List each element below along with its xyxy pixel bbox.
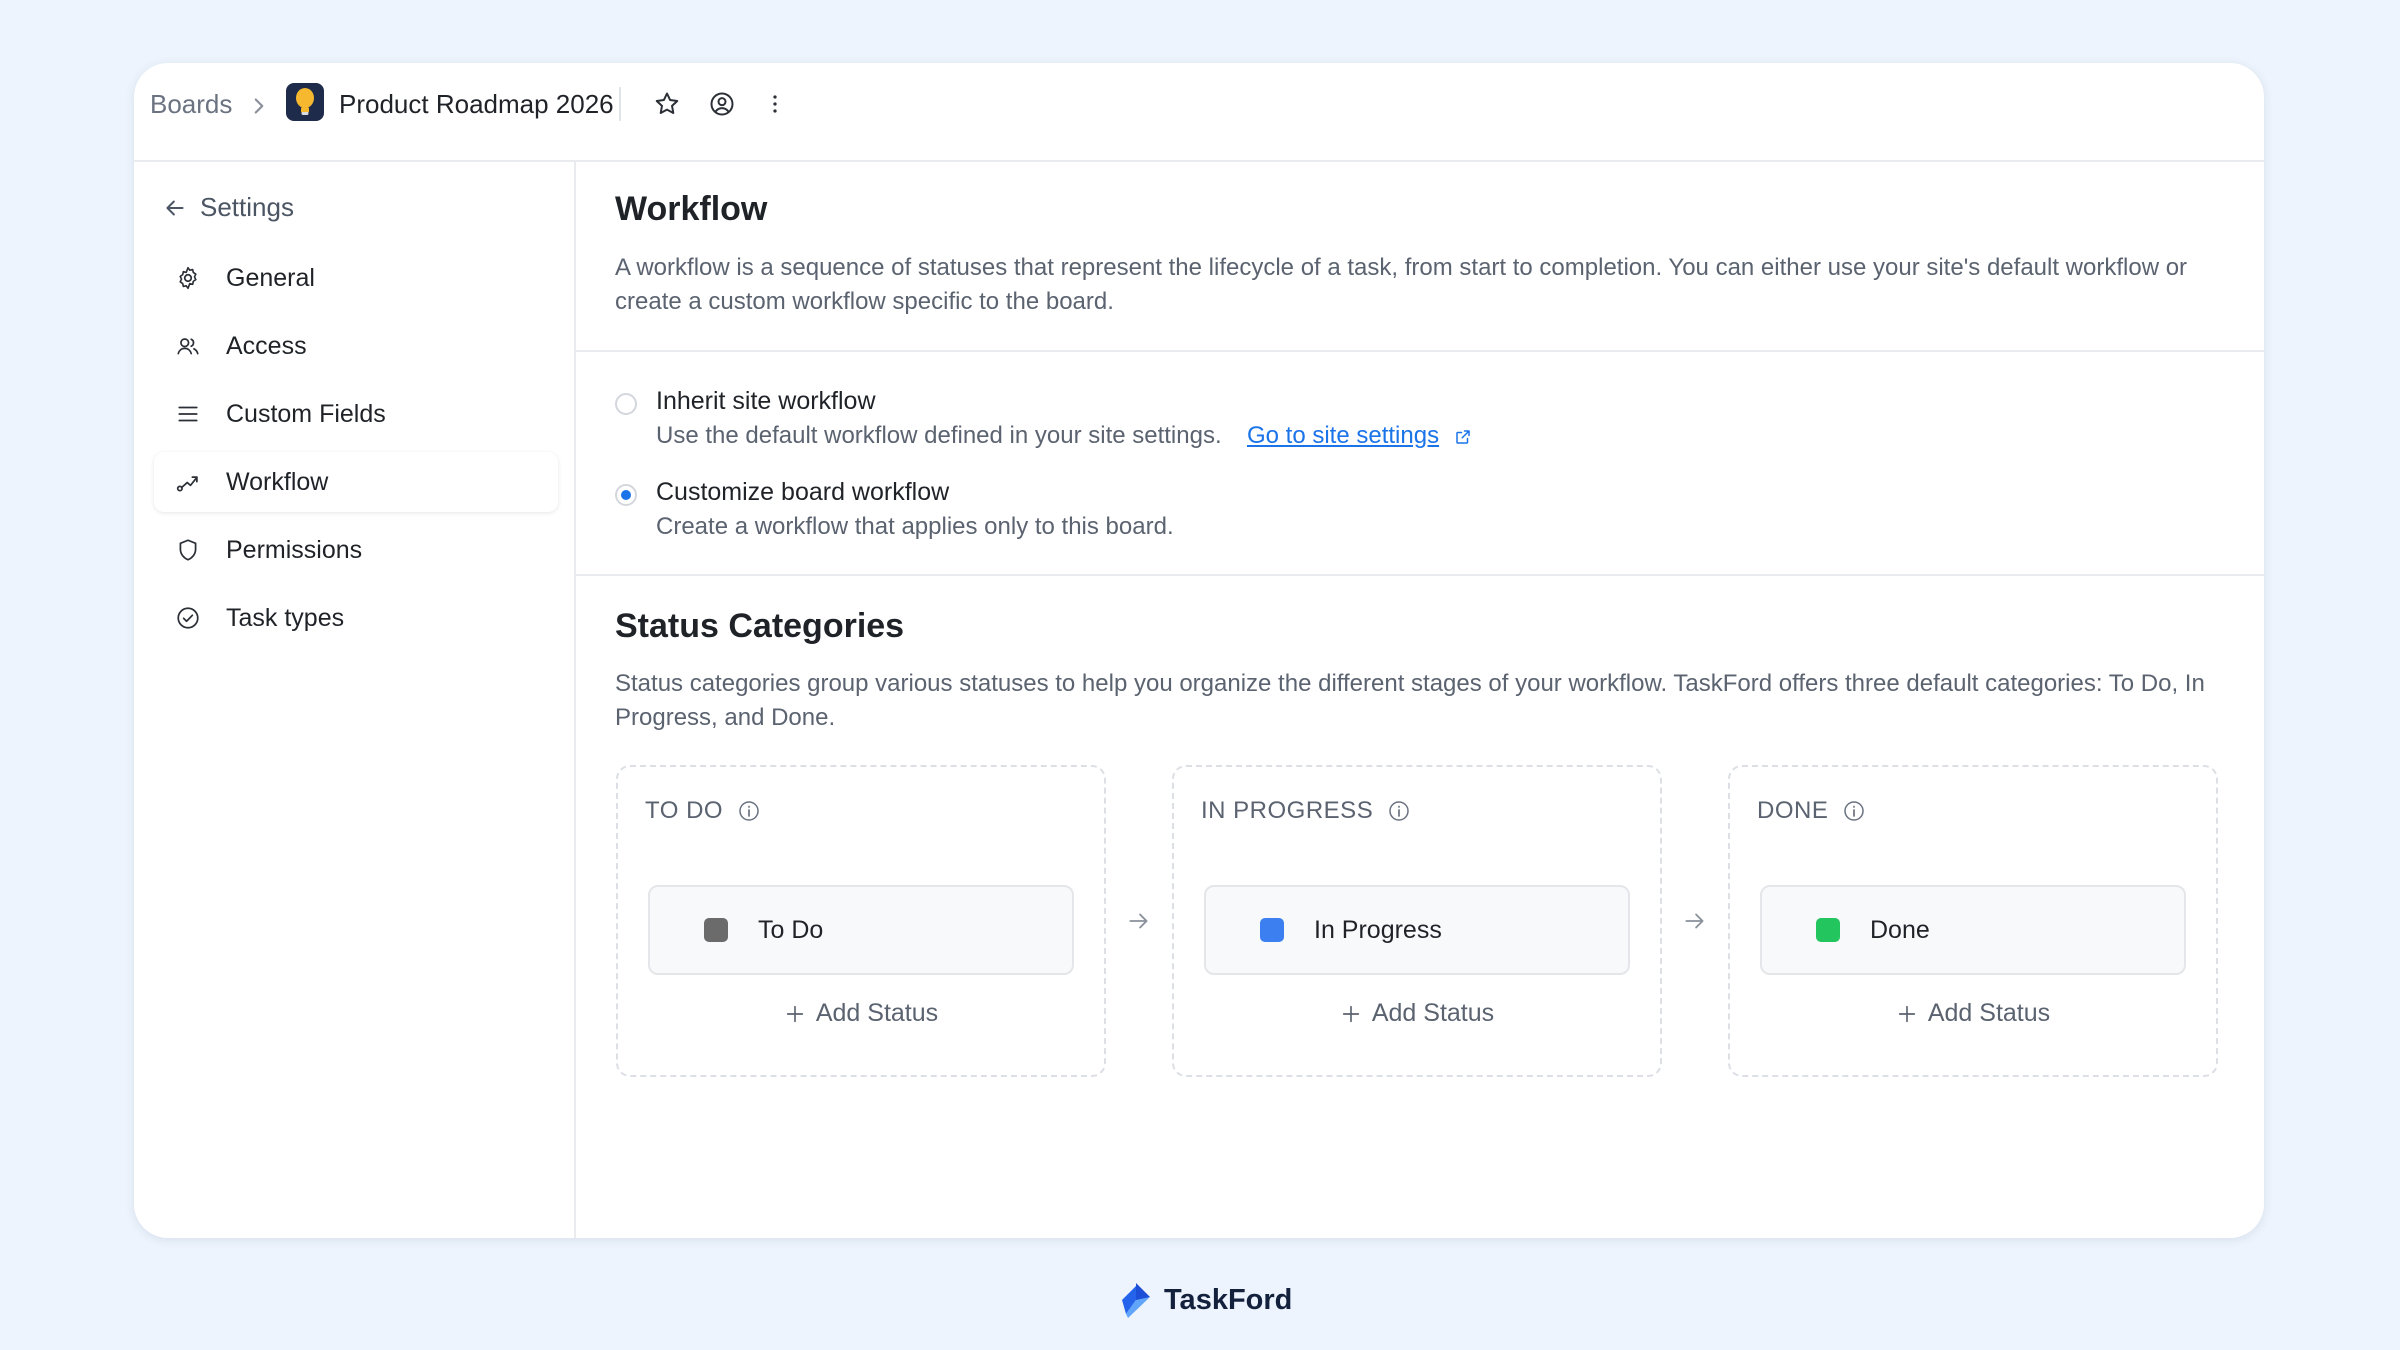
category-card-to-do: TO DO To Do Add Status: [616, 765, 1106, 1077]
top-bar: Boards Product Roadmap 2026: [134, 63, 2264, 162]
brand-name: TaskFord: [1164, 1283, 1293, 1316]
status-chip-done[interactable]: Done: [1760, 885, 2186, 975]
radio-customize-board-workflow[interactable]: [615, 484, 637, 506]
radio-inherit-site-workflow[interactable]: [615, 393, 637, 415]
breadcrumb-boards[interactable]: Boards: [150, 89, 232, 120]
external-link-icon: [1456, 429, 1470, 444]
info-icon[interactable]: [1387, 799, 1411, 823]
category-header: DONE: [1757, 797, 1866, 825]
add-status-button[interactable]: Add Status: [618, 999, 1104, 1028]
more-vertical-icon[interactable]: [759, 88, 791, 120]
category-name: IN PROGRESS: [1201, 797, 1374, 824]
category-header: IN PROGRESS: [1201, 797, 1411, 825]
settings-label: Settings: [200, 192, 294, 222]
taskford-logo-icon: [1122, 1283, 1150, 1318]
watch-icon[interactable]: [706, 88, 738, 120]
workflow-title: Workflow: [615, 190, 768, 228]
shield-icon: [174, 536, 202, 564]
add-status-label: Add Status: [1927, 999, 2051, 1027]
info-icon[interactable]: [1842, 799, 1866, 823]
sidebar-item-access[interactable]: Access: [154, 316, 558, 376]
check-circle-icon: [174, 604, 202, 632]
status-categories-title: Status Categories: [615, 607, 905, 645]
sidebar-item-workflow[interactable]: Workflow: [154, 452, 558, 512]
workflow-description: A workflow is a sequence of statuses tha…: [615, 254, 2188, 315]
add-status-button[interactable]: Add Status: [1174, 999, 1660, 1028]
sidebar-item-label: Workflow: [226, 467, 329, 496]
category-card-done: DONE Done Add Status: [1728, 765, 2218, 1077]
settings-sidebar: Settings General Access Custom Fields Wo: [150, 160, 576, 1238]
sidebar-item-label: Custom Fields: [226, 399, 386, 428]
users-icon: [174, 332, 202, 360]
category-name: DONE: [1757, 797, 1829, 824]
arrow-right-icon: [1685, 913, 1704, 929]
option-inherit-title: Inherit site workflow: [656, 387, 876, 415]
status-label: To Do: [758, 915, 824, 944]
option-customize-subtitle: Create a workflow that applies only to t…: [656, 513, 1174, 540]
status-color-swatch: [1816, 918, 1840, 942]
sidebar-item-label: General: [226, 263, 315, 292]
gear-icon: [174, 264, 202, 292]
add-status-button[interactable]: Add Status: [1730, 999, 2216, 1028]
plus-icon: [1898, 1005, 1916, 1022]
divider: [619, 87, 621, 121]
back-to-settings[interactable]: Settings: [162, 192, 294, 223]
workflow-icon: [174, 468, 202, 496]
star-icon[interactable]: [651, 88, 683, 120]
category-card-in-progress: IN PROGRESS In Progress Add Status: [1172, 765, 1662, 1077]
sidebar-item-general[interactable]: General: [154, 248, 558, 308]
category-header: TO DO: [645, 797, 761, 825]
taskford-brand: TaskFord: [1114, 1280, 1292, 1320]
add-status-label: Add Status: [815, 999, 939, 1027]
sidebar-item-custom-fields[interactable]: Custom Fields: [154, 384, 558, 444]
board-title: Product Roadmap 2026: [339, 89, 614, 119]
divider: [575, 574, 2264, 576]
status-color-swatch: [704, 918, 728, 942]
sidebar-item-permissions[interactable]: Permissions: [154, 520, 558, 580]
sidebar-item-label: Task types: [226, 603, 345, 632]
sidebar-item-label: Permissions: [226, 535, 363, 564]
option-inherit-subtitle-text: Use the default workflow defined in your…: [656, 422, 1222, 449]
divider: [575, 350, 2264, 352]
arrow-right-icon: [1129, 913, 1148, 929]
arrow-left-icon: [166, 200, 184, 215]
plus-icon: [1342, 1005, 1360, 1022]
status-label: Done: [1870, 915, 1930, 944]
sidebar-item-task-types[interactable]: Task types: [154, 588, 558, 648]
chevron-right-icon: [254, 98, 264, 114]
list-icon: [174, 400, 202, 428]
status-categories-description: Status categories group various statuses…: [615, 670, 2205, 731]
lightbulb-icon: [286, 83, 324, 121]
category-name: TO DO: [645, 797, 724, 824]
status-color-swatch: [1260, 918, 1284, 942]
info-icon[interactable]: [737, 799, 761, 823]
status-chip-to-do[interactable]: To Do: [648, 885, 1074, 975]
status-label: In Progress: [1314, 915, 1442, 944]
option-inherit-subtitle: Use the default workflow defined in your…: [656, 422, 1472, 450]
plus-icon: [786, 1005, 804, 1022]
status-chip-in-progress[interactable]: In Progress: [1204, 885, 1630, 975]
option-customize-title: Customize board workflow: [656, 478, 950, 506]
add-status-label: Add Status: [1371, 999, 1495, 1027]
go-to-site-settings-link[interactable]: Go to site settings: [1247, 422, 1439, 449]
sidebar-item-label: Access: [226, 331, 307, 360]
